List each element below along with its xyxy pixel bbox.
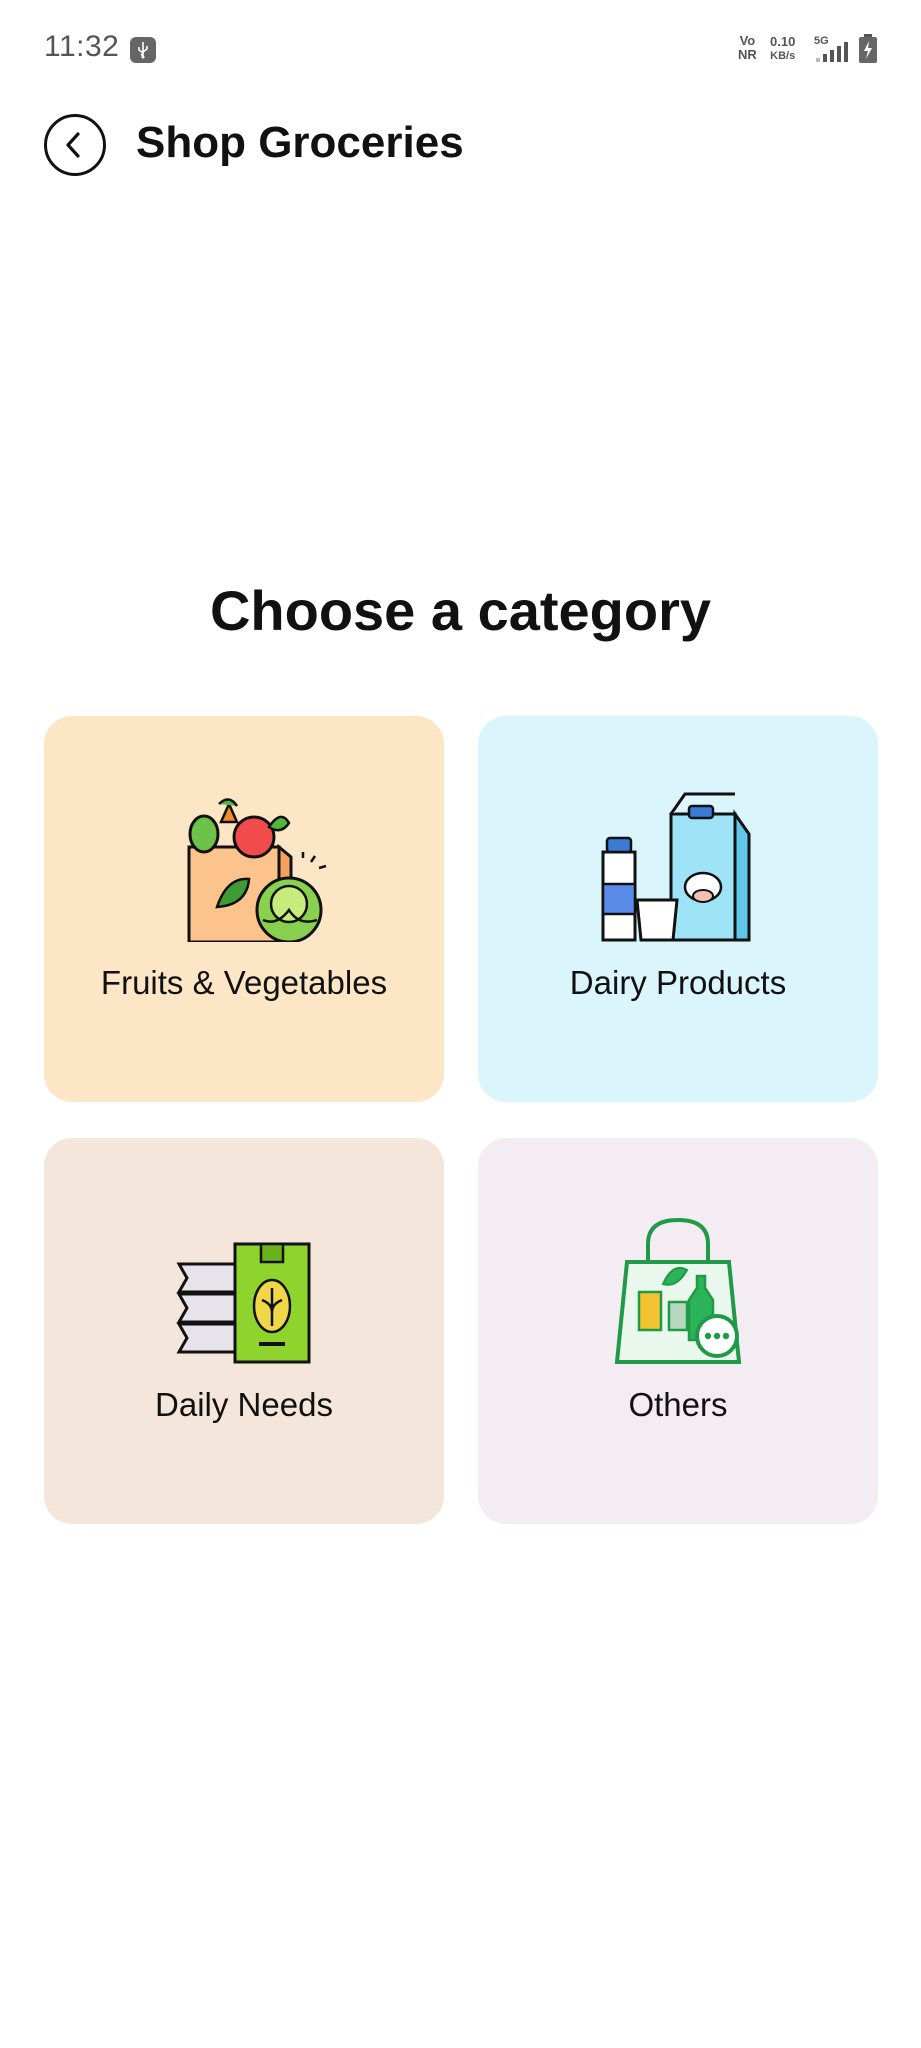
grain-sacks-icon [176,1242,311,1364]
category-card-dairy-products[interactable]: Dairy Products [478,716,878,1102]
fruits-vegetables-bag-icon [187,798,327,942]
network-speed: 0.10 KB/s [770,34,796,62]
status-bar: 11:32 Vo NR 0.10 KB/s 5G [0,0,921,100]
category-label: Fruits & Vegetables [100,964,388,1001]
category-label: Dairy Products [569,964,787,1001]
volte-indicator: Vo NR [738,33,757,62]
svg-text:5G: 5G [814,35,829,47]
shopping-bag-more-icon [614,1217,742,1364]
category-card-daily-needs[interactable]: Daily Needs [44,1138,444,1524]
milk-carton-bottle-icon [601,792,751,942]
signal-5g-icon: 5G [814,35,848,62]
category-card-fruits-vegetables[interactable]: Fruits & Vegetables [44,716,444,1102]
battery-charging-icon [859,34,877,63]
status-time: 11:32 [44,30,120,63]
usb-icon [130,37,156,63]
category-card-others[interactable]: Others [478,1138,878,1524]
back-button[interactable] [44,114,106,176]
category-label: Others [628,1386,728,1423]
section-heading: Choose a category [209,579,712,642]
chevron-left-icon [66,132,80,158]
page-title: Shop Groceries [136,118,464,167]
category-label: Daily Needs [155,1386,333,1423]
